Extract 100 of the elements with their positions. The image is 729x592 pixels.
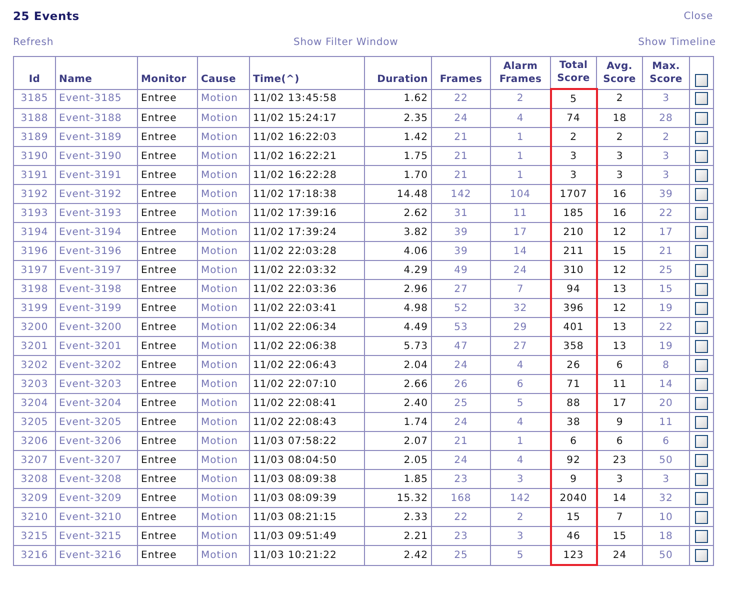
table-link[interactable]: 6 xyxy=(642,432,690,450)
table-link[interactable]: 20 xyxy=(642,394,690,412)
table-link[interactable]: 3 xyxy=(642,470,690,488)
table-link[interactable]: 3198 xyxy=(14,280,56,298)
table-link[interactable]: Motion xyxy=(198,242,250,260)
table-link[interactable]: 26 xyxy=(432,374,490,394)
table-link[interactable]: Motion xyxy=(198,146,250,166)
table-link[interactable]: 21 xyxy=(642,242,690,260)
table-link[interactable]: 17 xyxy=(642,222,690,242)
table-link[interactable]: Event-3194 xyxy=(56,222,138,242)
table-link[interactable]: 3202 xyxy=(14,356,56,374)
table-link[interactable]: 11 xyxy=(642,412,690,432)
checkbox[interactable] xyxy=(695,454,708,466)
table-link[interactable]: Event-3198 xyxy=(56,280,138,298)
checkbox[interactable] xyxy=(695,264,708,276)
table-link[interactable]: 23 xyxy=(432,470,490,488)
table-link[interactable]: 15 xyxy=(642,280,690,298)
checkbox[interactable] xyxy=(695,416,708,428)
table-link[interactable]: Motion xyxy=(198,222,250,242)
toolbar-link[interactable]: Refresh xyxy=(13,36,54,48)
table-link[interactable]: 19 xyxy=(642,336,690,356)
table-link[interactable]: 3199 xyxy=(14,298,56,318)
table-link[interactable]: 2 xyxy=(642,128,690,146)
table-link[interactable]: 31 xyxy=(432,204,490,222)
table-link[interactable]: 23 xyxy=(432,526,490,546)
table-link[interactable]: 3206 xyxy=(14,432,56,450)
table-link[interactable]: Event-3189 xyxy=(56,128,138,146)
table-link[interactable]: 3200 xyxy=(14,318,56,336)
checkbox[interactable] xyxy=(695,92,708,106)
checkbox[interactable] xyxy=(695,340,708,352)
table-link[interactable]: Motion xyxy=(198,184,250,204)
column-header[interactable]: Total Score xyxy=(550,56,596,89)
table-link[interactable]: 39 xyxy=(432,242,490,260)
table-link[interactable]: Motion xyxy=(198,336,250,356)
table-link[interactable]: 27 xyxy=(432,280,490,298)
table-link[interactable]: Event-3193 xyxy=(56,204,138,222)
table-link[interactable]: Motion xyxy=(198,412,250,432)
table-link[interactable]: Motion xyxy=(198,280,250,298)
checkbox[interactable] xyxy=(695,74,708,86)
table-link[interactable]: Event-3200 xyxy=(56,318,138,336)
table-link[interactable]: 3207 xyxy=(14,450,56,470)
table-link[interactable]: 3 xyxy=(642,89,690,108)
table-link[interactable]: Event-3206 xyxy=(56,432,138,450)
table-link[interactable]: 22 xyxy=(642,318,690,336)
table-link[interactable]: 168 xyxy=(432,488,490,508)
table-link[interactable]: 3189 xyxy=(14,128,56,146)
checkbox[interactable] xyxy=(695,378,708,390)
column-header[interactable]: Max. Score xyxy=(642,56,690,89)
table-link[interactable]: 3 xyxy=(642,146,690,166)
table-link[interactable]: 3191 xyxy=(14,166,56,184)
column-header[interactable]: Frames xyxy=(432,56,490,89)
table-link[interactable]: Motion xyxy=(198,508,250,526)
checkbox[interactable] xyxy=(695,130,708,144)
table-link[interactable]: 50 xyxy=(642,546,690,565)
table-link[interactable]: 18 xyxy=(642,526,690,546)
table-link[interactable]: 47 xyxy=(432,336,490,356)
checkbox[interactable] xyxy=(695,548,708,562)
table-link[interactable]: 3216 xyxy=(14,546,56,565)
table-link[interactable]: Event-3196 xyxy=(56,242,138,260)
checkbox[interactable] xyxy=(695,244,708,258)
table-link[interactable]: 3203 xyxy=(14,374,56,394)
checkbox[interactable] xyxy=(695,510,708,524)
checkbox[interactable] xyxy=(695,302,708,314)
table-link[interactable]: Event-3199 xyxy=(56,298,138,318)
table-link[interactable]: 3208 xyxy=(14,470,56,488)
table-link[interactable]: 49 xyxy=(432,260,490,280)
table-link[interactable]: 8 xyxy=(642,356,690,374)
table-link[interactable]: Event-3207 xyxy=(56,450,138,470)
table-link[interactable]: Motion xyxy=(198,128,250,146)
table-link[interactable]: Motion xyxy=(198,89,250,108)
table-link[interactable]: 3188 xyxy=(14,108,56,128)
table-link[interactable]: 21 xyxy=(432,128,490,146)
table-link[interactable]: Event-3192 xyxy=(56,184,138,204)
table-link[interactable]: 22 xyxy=(432,508,490,526)
table-link[interactable]: 39 xyxy=(432,222,490,242)
table-link[interactable]: Motion xyxy=(198,166,250,184)
checkbox[interactable] xyxy=(695,112,708,124)
table-link[interactable]: 22 xyxy=(432,89,490,108)
table-link[interactable]: Motion xyxy=(198,432,250,450)
column-header[interactable]: Time(^) xyxy=(250,56,364,89)
column-header[interactable]: Duration xyxy=(364,56,432,89)
checkbox[interactable] xyxy=(695,396,708,410)
table-link[interactable]: Event-3215 xyxy=(56,526,138,546)
table-link[interactable]: Event-3204 xyxy=(56,394,138,412)
table-link[interactable]: Motion xyxy=(198,204,250,222)
table-link[interactable]: 3196 xyxy=(14,242,56,260)
table-link[interactable]: Motion xyxy=(198,488,250,508)
table-link[interactable]: Motion xyxy=(198,450,250,470)
checkbox[interactable] xyxy=(695,320,708,334)
checkbox[interactable] xyxy=(695,150,708,162)
checkbox[interactable] xyxy=(695,226,708,238)
table-link[interactable]: Motion xyxy=(198,394,250,412)
table-link[interactable]: 28 xyxy=(642,108,690,128)
table-link[interactable]: 21 xyxy=(432,432,490,450)
table-link[interactable]: Event-3208 xyxy=(56,470,138,488)
table-link[interactable]: Event-3205 xyxy=(56,412,138,432)
column-header[interactable]: Monitor xyxy=(138,56,198,89)
checkbox[interactable] xyxy=(695,492,708,504)
column-header[interactable]: Cause xyxy=(198,56,250,89)
table-link[interactable]: 19 xyxy=(642,298,690,318)
